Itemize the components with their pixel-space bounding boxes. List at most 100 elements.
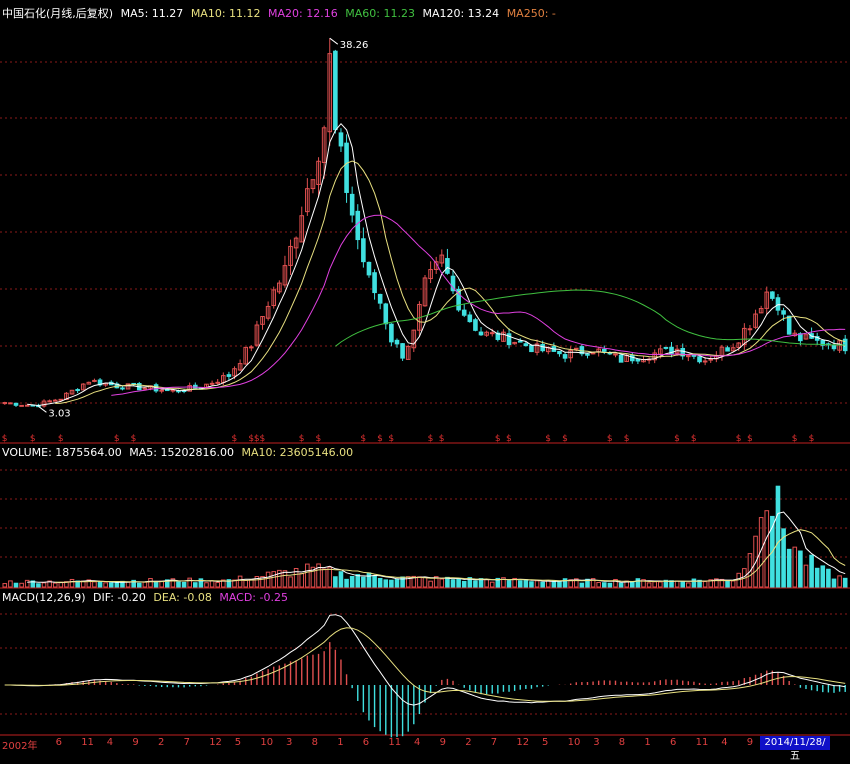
volume-bar bbox=[674, 580, 680, 588]
candle-body bbox=[209, 382, 215, 385]
volume-bar bbox=[473, 580, 478, 588]
volume-bar bbox=[730, 580, 736, 588]
volume-bar bbox=[355, 574, 361, 588]
x-axis-tick: 6 bbox=[670, 737, 677, 748]
volume-bar bbox=[814, 567, 820, 588]
high-price-label: 38.26 bbox=[340, 40, 369, 51]
volume-bar bbox=[142, 581, 148, 588]
volume-bar bbox=[551, 580, 557, 588]
volume-bar bbox=[103, 582, 108, 588]
dividend-marker: $ bbox=[131, 434, 137, 444]
volume-bar bbox=[265, 571, 271, 588]
volume-ma-lines bbox=[27, 511, 846, 584]
volume-bar bbox=[775, 485, 781, 588]
x-axis-tick: 4 bbox=[106, 737, 114, 748]
x-axis-tick: 9 bbox=[439, 737, 446, 748]
volume-bar bbox=[786, 548, 792, 588]
x-axis: 2002年 6 11 4 9 2 7 12 5 10 3 8 1 6 11 4 9 2 7 12 5 10 3 8 1 6 11 4 9… bbox=[0, 736, 850, 753]
x-axis-tick: 7 bbox=[490, 737, 498, 748]
volume-bar bbox=[461, 580, 467, 588]
volume-value: VOLUME: 1875564.00 bbox=[2, 446, 122, 459]
ma20-line bbox=[111, 214, 846, 396]
x-axis-tick: 3 bbox=[593, 737, 600, 748]
volume-bar bbox=[97, 581, 103, 588]
dividend-marker: $ bbox=[506, 434, 512, 444]
ma250-value: MA250: - bbox=[506, 7, 556, 20]
candle-body bbox=[377, 293, 383, 304]
volume-bar bbox=[484, 579, 489, 588]
candle-body bbox=[164, 389, 170, 392]
volume-bar bbox=[2, 583, 8, 588]
ma10-value: MA10: 11.12 bbox=[190, 7, 261, 20]
volume-ma5: MA5: 15202816.00 bbox=[129, 446, 234, 459]
dividend-marker: $ bbox=[377, 434, 383, 444]
volume-bar bbox=[333, 576, 338, 588]
volume-bars bbox=[2, 485, 848, 588]
dividend-marker: $ bbox=[260, 434, 266, 444]
ma120-value: MA120: 13.24 bbox=[422, 7, 500, 20]
volume-bar bbox=[243, 579, 249, 588]
volume-bar bbox=[19, 582, 24, 588]
dividend-marker: $ bbox=[58, 434, 64, 444]
candle-body bbox=[58, 398, 64, 401]
candle-body bbox=[13, 402, 19, 406]
volume-bar bbox=[361, 576, 366, 588]
dividend-marker: $ bbox=[607, 434, 613, 444]
volume-bar bbox=[377, 577, 383, 588]
candle-body bbox=[489, 332, 495, 335]
candle-body bbox=[389, 323, 394, 343]
x-axis-tick: 2002年 bbox=[2, 741, 38, 752]
candle-body bbox=[47, 400, 52, 403]
volume-bar bbox=[506, 580, 512, 588]
candle-body bbox=[781, 310, 786, 315]
x-axis-tick: 2 bbox=[465, 737, 472, 748]
volume-bar bbox=[601, 582, 607, 588]
dividend-marker: $ bbox=[2, 434, 8, 444]
candle-body bbox=[708, 358, 714, 361]
volume-bar bbox=[562, 578, 568, 588]
volume-bar bbox=[288, 576, 293, 588]
volume-bar bbox=[652, 581, 658, 588]
candle-body bbox=[226, 374, 232, 377]
chart-grid bbox=[0, 61, 850, 736]
volume-bar bbox=[658, 581, 663, 588]
volume-bar bbox=[798, 550, 803, 588]
candle-body bbox=[562, 354, 568, 359]
candle-body bbox=[361, 238, 366, 263]
candle-body bbox=[770, 291, 775, 299]
volume-bar bbox=[209, 580, 215, 588]
volume-bar bbox=[809, 554, 814, 588]
candle-body bbox=[573, 347, 579, 350]
x-axis-tick: 8 bbox=[618, 737, 626, 748]
volume-bar bbox=[249, 579, 254, 588]
x-axis-tick: 6 bbox=[55, 737, 62, 748]
macd-label: MACD(12,26,9) bbox=[2, 591, 86, 604]
candle-body bbox=[142, 387, 148, 390]
volume-bar bbox=[192, 582, 198, 588]
volume-bar bbox=[299, 573, 305, 588]
volume-bar bbox=[686, 582, 691, 588]
candle-body bbox=[831, 344, 837, 350]
volume-bar bbox=[540, 581, 545, 588]
volume-bar bbox=[456, 578, 461, 588]
ma60-value: MA60: 11.23 bbox=[345, 7, 415, 20]
volume-bar bbox=[305, 563, 310, 588]
volume-bar bbox=[523, 579, 529, 588]
candle-body bbox=[747, 328, 753, 331]
candle-body bbox=[691, 354, 697, 357]
volume-bar bbox=[215, 581, 221, 588]
x-axis-tick: 9 bbox=[132, 737, 139, 748]
volume-bar bbox=[181, 581, 187, 588]
volume-bar bbox=[545, 580, 551, 588]
dividend-marker: $ bbox=[495, 434, 501, 444]
candle-body bbox=[383, 303, 389, 325]
candle-body bbox=[75, 389, 80, 392]
macd-value: MACD: -0.25 bbox=[219, 591, 288, 604]
candle-body bbox=[523, 343, 529, 347]
volume-bar bbox=[529, 581, 534, 588]
volume-bar bbox=[41, 582, 47, 588]
dividend-marker: $ bbox=[232, 434, 238, 444]
candle-body bbox=[473, 319, 478, 331]
volume-bar bbox=[389, 579, 394, 588]
volume-bar bbox=[136, 582, 142, 588]
